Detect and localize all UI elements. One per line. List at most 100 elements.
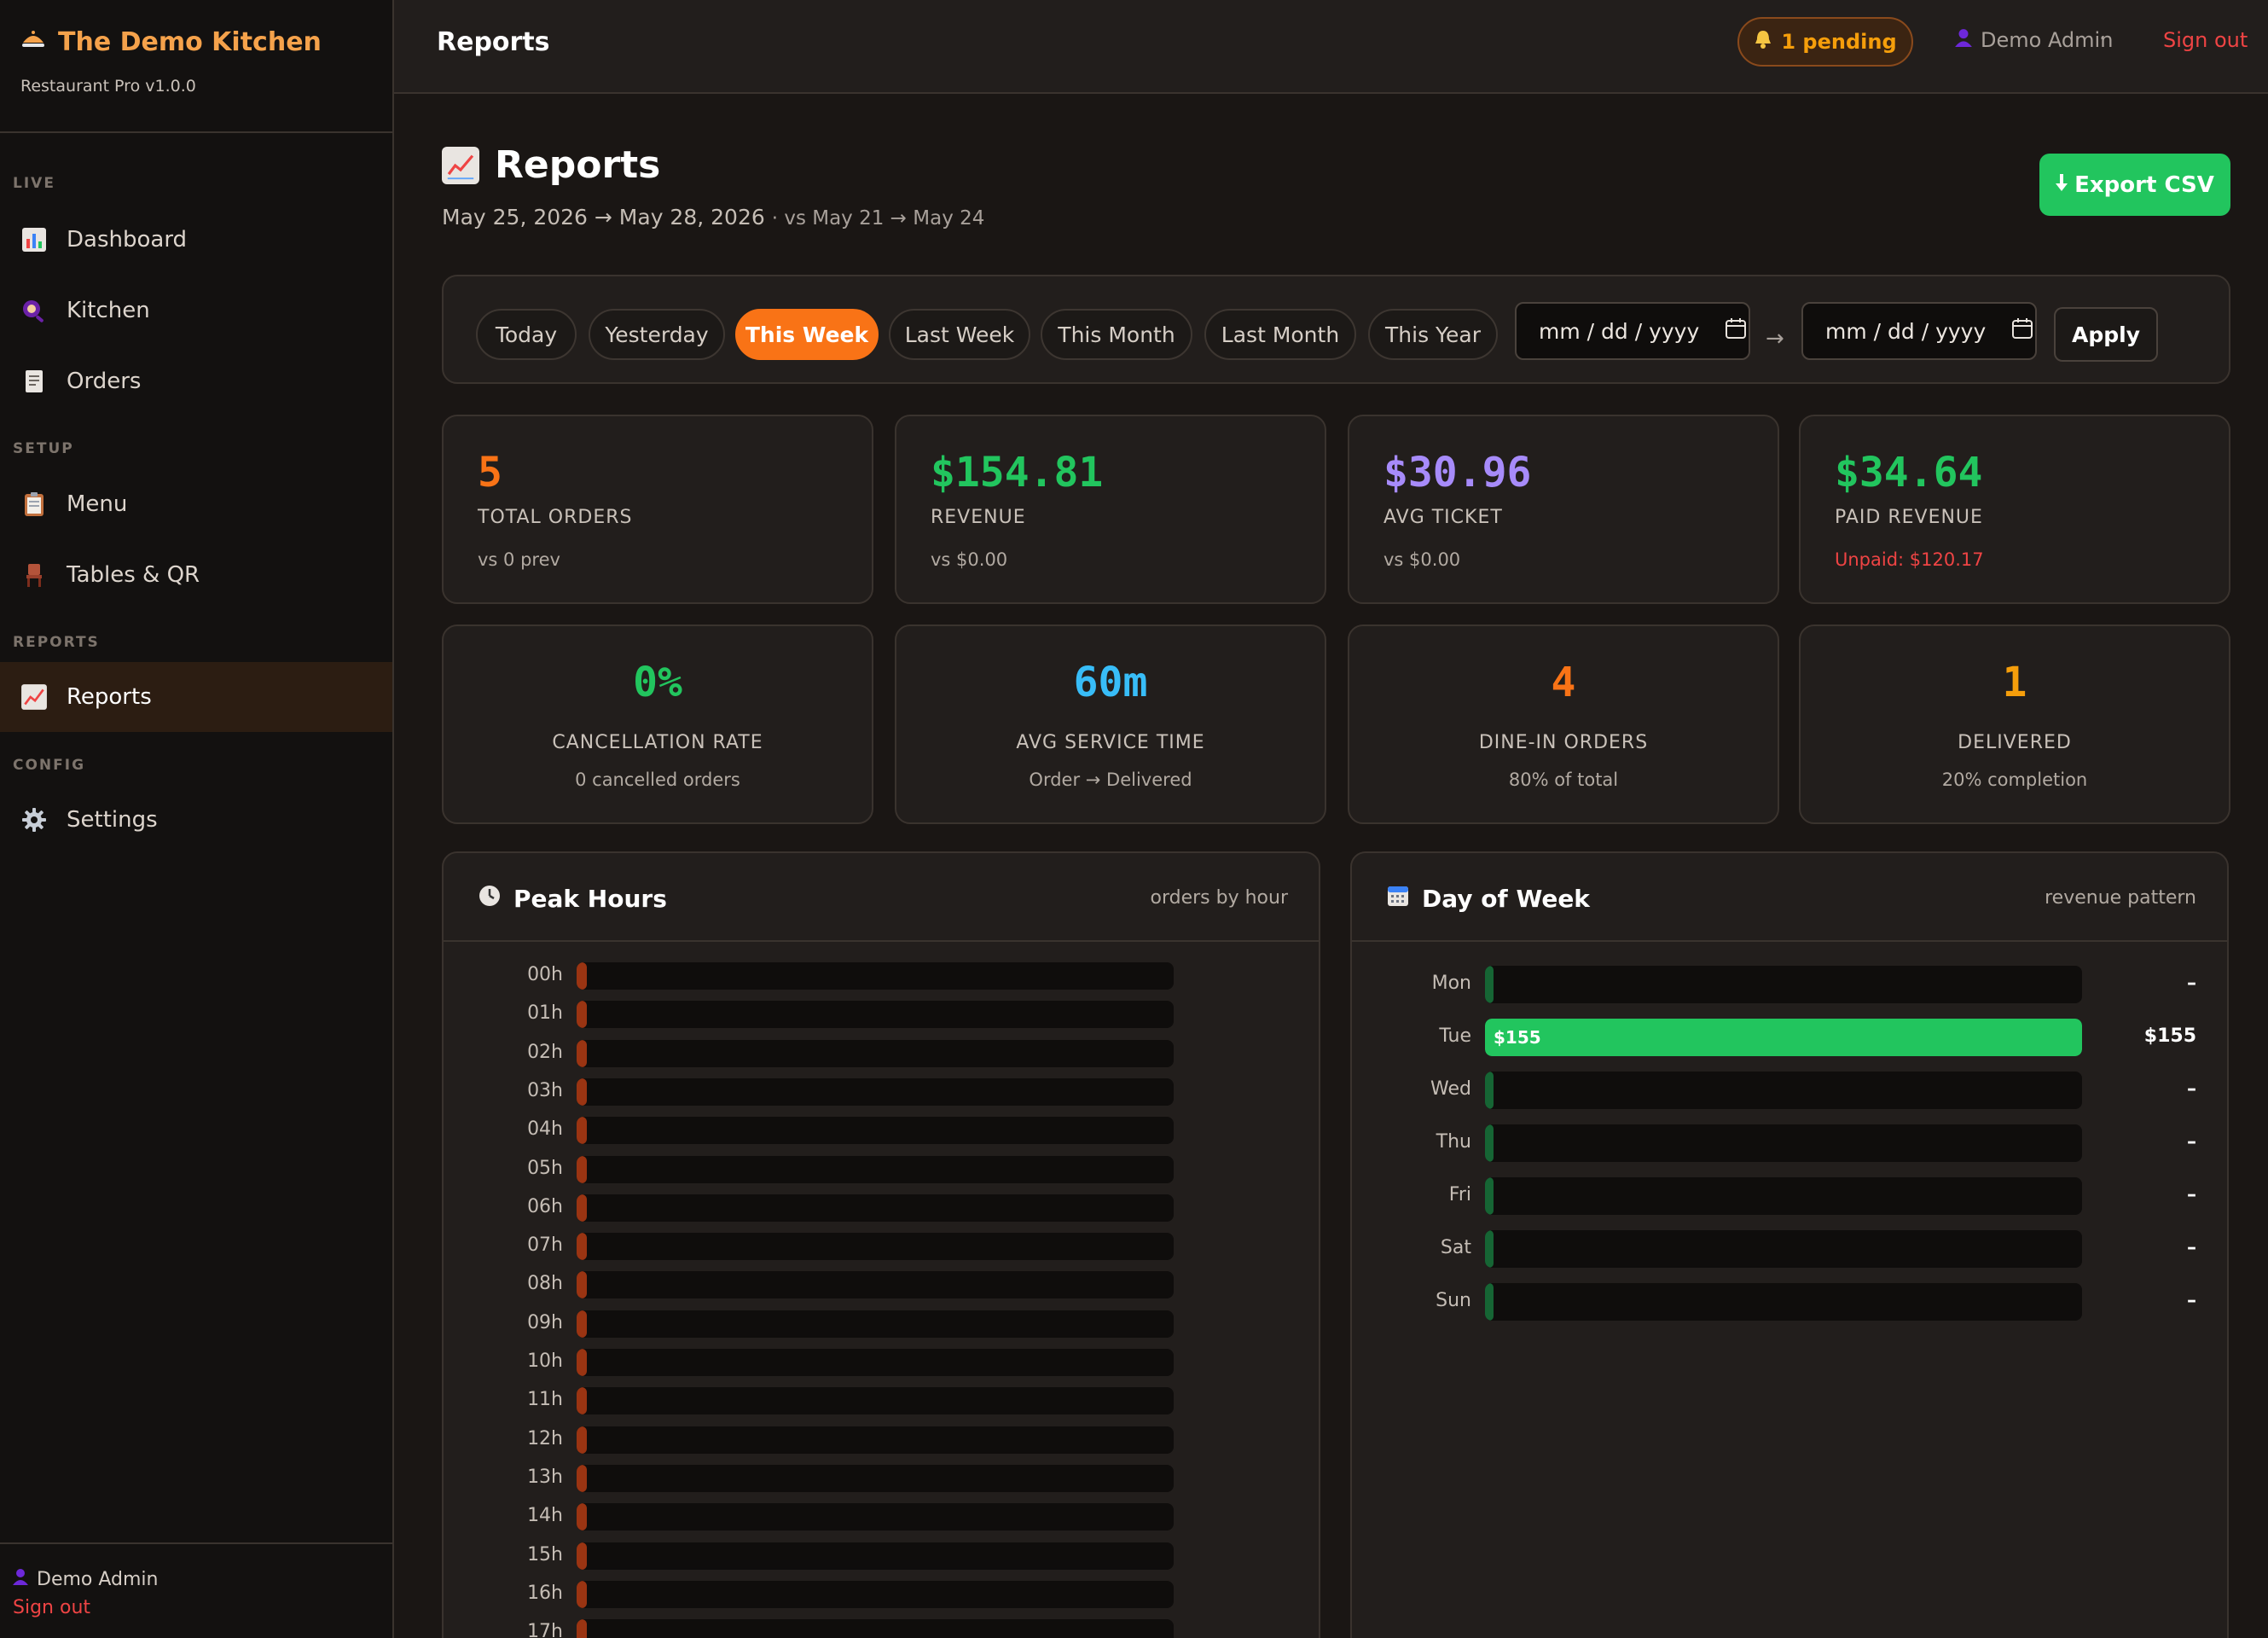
sidebar-item-reports[interactable]: Reports bbox=[0, 662, 392, 732]
calendar-icon bbox=[1386, 884, 1410, 914]
preset-last-week[interactable]: Last Week bbox=[889, 309, 1030, 360]
hour-label: 00h bbox=[527, 964, 563, 985]
hour-label: 05h bbox=[527, 1157, 563, 1179]
page-title: Reports bbox=[495, 143, 661, 187]
pan-icon bbox=[20, 297, 48, 324]
page-title-row: Reports bbox=[442, 143, 660, 187]
hour-bar bbox=[577, 1155, 587, 1183]
hour-label: 01h bbox=[527, 1002, 563, 1025]
hour-bar-track bbox=[577, 962, 1174, 990]
stat-value: 5 bbox=[478, 449, 502, 497]
hour-row: 07h bbox=[444, 1226, 1319, 1264]
hour-bar bbox=[577, 1426, 587, 1454]
day-value: – bbox=[2187, 1131, 2196, 1153]
day-bar bbox=[1485, 1283, 1494, 1321]
stat-sub: 0 cancelled orders bbox=[575, 770, 740, 790]
day-row: Wed – bbox=[1352, 1065, 2227, 1118]
header-signout-link[interactable]: Sign out bbox=[2163, 28, 2248, 52]
date-range-arrow: → bbox=[1766, 326, 1784, 351]
hour-bar-track bbox=[577, 1580, 1174, 1608]
clock-icon bbox=[478, 884, 502, 914]
day-value: – bbox=[2187, 1184, 2196, 1205]
day-value: – bbox=[2187, 973, 2196, 994]
hour-bar-track bbox=[577, 1077, 1174, 1106]
pending-badge[interactable]: 1 pending bbox=[1737, 17, 1913, 67]
date-range-current: May 25, 2026 → May 28, 2026 bbox=[442, 205, 765, 229]
hour-bar bbox=[577, 1349, 587, 1376]
hour-bar-track bbox=[577, 1039, 1174, 1067]
hour-bar bbox=[577, 1387, 587, 1415]
hour-bar bbox=[577, 1001, 587, 1029]
stat-value: 0% bbox=[633, 659, 682, 706]
preset-yesterday[interactable]: Yesterday bbox=[589, 309, 725, 360]
day-value: – bbox=[2187, 1078, 2196, 1100]
hour-bar bbox=[577, 1503, 587, 1531]
preset-this-year[interactable]: This Year bbox=[1368, 309, 1498, 360]
hour-bar-track bbox=[577, 1155, 1174, 1183]
day-bar bbox=[1485, 1230, 1494, 1268]
date-range: May 25, 2026 → May 28, 2026 · vs May 21 … bbox=[442, 205, 984, 229]
hour-bar bbox=[577, 1542, 587, 1570]
day-row: Sun – bbox=[1352, 1276, 2227, 1329]
hour-row: 00h bbox=[444, 956, 1319, 994]
stat-value: 1 bbox=[2002, 659, 2027, 706]
day-label: Thu bbox=[1436, 1131, 1471, 1153]
panel-title: Peak Hours bbox=[478, 884, 667, 914]
sidebar-item-orders[interactable]: Orders bbox=[0, 346, 392, 416]
day-bar-track bbox=[1485, 1230, 2082, 1268]
date-to-input[interactable]: mm / dd / yyyy bbox=[1801, 302, 2037, 360]
panel-subtitle: revenue pattern bbox=[2045, 887, 2196, 909]
day-of-week-title: Day of Week bbox=[1422, 885, 1590, 913]
sidebar-item-label: Settings bbox=[67, 807, 158, 833]
hour-row: 08h bbox=[444, 1264, 1319, 1303]
header-user-name: Demo Admin bbox=[1981, 28, 2114, 52]
gear-icon bbox=[20, 806, 48, 834]
stat-label: TOTAL ORDERS bbox=[478, 507, 633, 528]
hour-bar bbox=[577, 1271, 587, 1299]
stat-label: AVG TICKET bbox=[1383, 507, 1503, 528]
stat-sub: Unpaid: $120.17 bbox=[1835, 549, 1984, 570]
preset-this-month[interactable]: This Month bbox=[1041, 309, 1192, 360]
top-header: Reports 1 pending Demo Admin · Sign out bbox=[394, 0, 2268, 94]
day-bar-track bbox=[1485, 1283, 2082, 1321]
hour-bar bbox=[577, 1233, 587, 1261]
brand-name[interactable]: The Demo Kitchen bbox=[58, 27, 322, 57]
hour-label: 13h bbox=[527, 1466, 563, 1488]
stat-label: REVENUE bbox=[931, 507, 1026, 528]
hour-row: 06h bbox=[444, 1188, 1319, 1226]
hour-row: 01h bbox=[444, 994, 1319, 1032]
clipboard-icon bbox=[20, 491, 48, 518]
chair-icon bbox=[20, 561, 48, 589]
stat-card-dine-in-orders: 4 DINE-IN ORDERS 80% of total bbox=[1348, 624, 1779, 824]
hour-row: 03h bbox=[444, 1072, 1319, 1110]
hour-label: 03h bbox=[527, 1079, 563, 1101]
preset-this-week[interactable]: This Week bbox=[735, 309, 879, 360]
stat-card-cancellation-rate: 0% CANCELLATION RATE 0 cancelled orders bbox=[442, 624, 873, 824]
sidebar-signout-link[interactable]: Sign out bbox=[13, 1597, 392, 1618]
date-from-input[interactable]: mm / dd / yyyy bbox=[1515, 302, 1750, 360]
hour-bar-track bbox=[577, 1310, 1174, 1338]
sidebar-item-kitchen[interactable]: Kitchen bbox=[0, 276, 392, 346]
sidebar-item-tables[interactable]: Tables & QR bbox=[0, 540, 392, 610]
hour-label: 08h bbox=[527, 1273, 563, 1295]
sidebar-item-menu[interactable]: Menu bbox=[0, 469, 392, 539]
preset-last-month[interactable]: Last Month bbox=[1204, 309, 1356, 360]
sidebar-item-dashboard[interactable]: Dashboard bbox=[0, 205, 392, 275]
hour-bar-track bbox=[577, 1503, 1174, 1531]
hour-label: 15h bbox=[527, 1543, 563, 1565]
stat-card-total-orders: 5 TOTAL ORDERS vs 0 prev bbox=[442, 415, 873, 604]
apply-button[interactable]: Apply bbox=[2054, 307, 2158, 362]
hour-label: 14h bbox=[527, 1505, 563, 1527]
stat-label: AVG SERVICE TIME bbox=[1016, 732, 1205, 753]
header-title: Reports bbox=[437, 27, 550, 57]
hour-bar bbox=[577, 1039, 587, 1067]
stat-value: $34.64 bbox=[1835, 449, 1983, 497]
day-label: Mon bbox=[1431, 973, 1471, 994]
bell-icon bbox=[1754, 29, 1772, 55]
preset-today[interactable]: Today bbox=[476, 309, 577, 360]
hour-row: 12h bbox=[444, 1420, 1319, 1458]
export-csv-button[interactable]: Export CSV bbox=[2039, 154, 2230, 216]
receipt-icon bbox=[20, 368, 48, 395]
hour-row: 04h bbox=[444, 1110, 1319, 1148]
sidebar-item-settings[interactable]: Settings bbox=[0, 785, 392, 855]
